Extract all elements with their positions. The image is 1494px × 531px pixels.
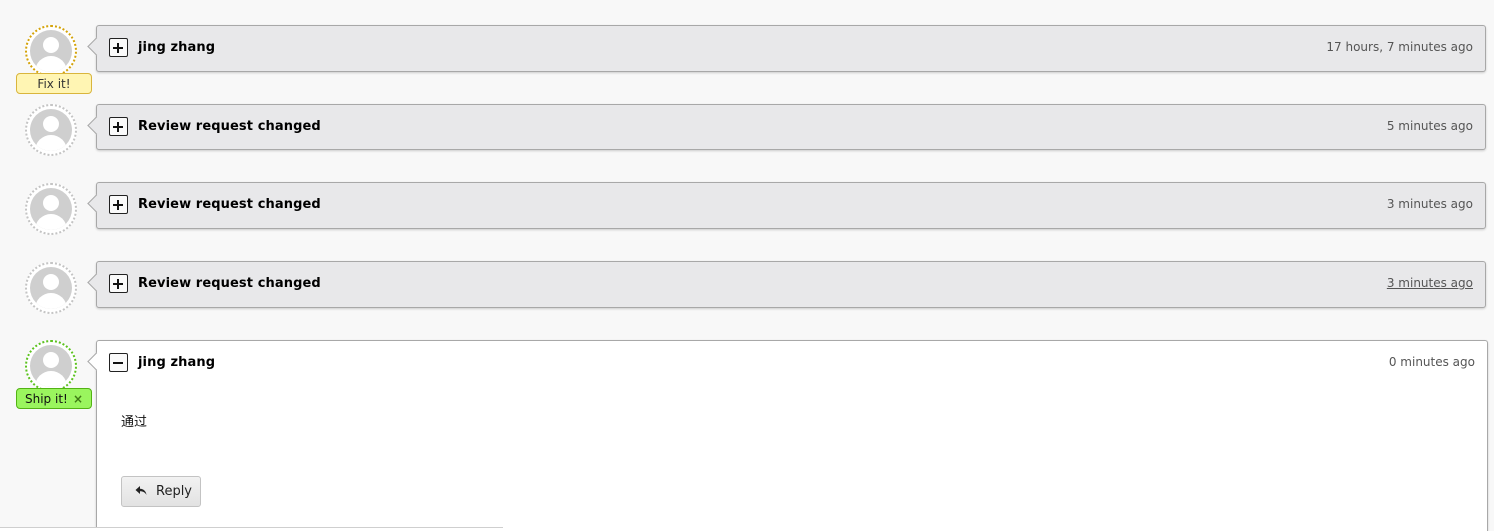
- reply-arrow-icon: [135, 486, 147, 495]
- change-box-collapsed[interactable]: Review request changed 5 minutes ago: [87, 104, 1486, 150]
- change-timestamp-link[interactable]: 3 minutes ago: [1387, 276, 1473, 290]
- change-timestamp[interactable]: 5 minutes ago: [1387, 119, 1473, 133]
- badge-label: Ship it!: [25, 392, 68, 406]
- review-box-expanded: jing zhang 0 minutes ago 通过 Reply: [87, 340, 1488, 531]
- expand-toggle-icon[interactable]: [109, 38, 128, 57]
- reply-button[interactable]: Reply: [121, 476, 201, 507]
- review-body-text: 通过: [121, 415, 148, 430]
- change-box-collapsed[interactable]: Review request changed 3 minutes ago: [87, 261, 1486, 308]
- user-avatar-icon: [30, 109, 72, 151]
- review-box-collapsed[interactable]: jing zhang 17 hours, 7 minutes ago: [87, 25, 1486, 72]
- change-header[interactable]: Review request changed 3 minutes ago: [97, 183, 1485, 227]
- review-header[interactable]: jing zhang 0 minutes ago: [97, 341, 1487, 385]
- collapse-toggle-icon[interactable]: [109, 353, 128, 372]
- review-author: jing zhang: [138, 355, 216, 370]
- expand-toggle-icon[interactable]: [109, 274, 128, 293]
- close-icon[interactable]: ×: [73, 389, 83, 410]
- review-timeline: Fix it! jing zhang 17 hours, 7 minutes a…: [0, 0, 1494, 531]
- user-avatar-icon: [30, 188, 72, 230]
- change-header[interactable]: Review request changed 3 minutes ago: [97, 262, 1485, 306]
- badge-label: Fix it!: [37, 77, 71, 91]
- user-avatar-icon: [30, 30, 72, 72]
- change-timestamp[interactable]: 3 minutes ago: [1387, 197, 1473, 211]
- expand-toggle-icon[interactable]: [109, 117, 128, 136]
- change-title: Review request changed: [138, 119, 321, 134]
- ship-it-badge: Ship it! ×: [16, 388, 92, 409]
- avatar: [25, 104, 77, 156]
- avatar: [25, 183, 77, 235]
- review-timestamp[interactable]: 0 minutes ago: [1389, 355, 1475, 369]
- avatar: [25, 340, 77, 392]
- avatar: [25, 262, 77, 314]
- expand-toggle-icon[interactable]: [109, 195, 128, 214]
- fix-it-badge: Fix it!: [16, 73, 92, 94]
- review-timestamp[interactable]: 17 hours, 7 minutes ago: [1326, 40, 1473, 54]
- review-header[interactable]: jing zhang 17 hours, 7 minutes ago: [97, 26, 1485, 70]
- reply-button-label: Reply: [156, 484, 193, 499]
- review-author: jing zhang: [138, 40, 216, 55]
- change-header[interactable]: Review request changed 5 minutes ago: [97, 105, 1485, 149]
- avatar: [25, 25, 77, 77]
- change-title: Review request changed: [138, 276, 321, 291]
- bottom-edge: [0, 527, 503, 531]
- user-avatar-icon: [30, 345, 72, 387]
- user-avatar-icon: [30, 267, 72, 309]
- change-title: Review request changed: [138, 197, 321, 212]
- change-box-collapsed[interactable]: Review request changed 3 minutes ago: [87, 182, 1486, 229]
